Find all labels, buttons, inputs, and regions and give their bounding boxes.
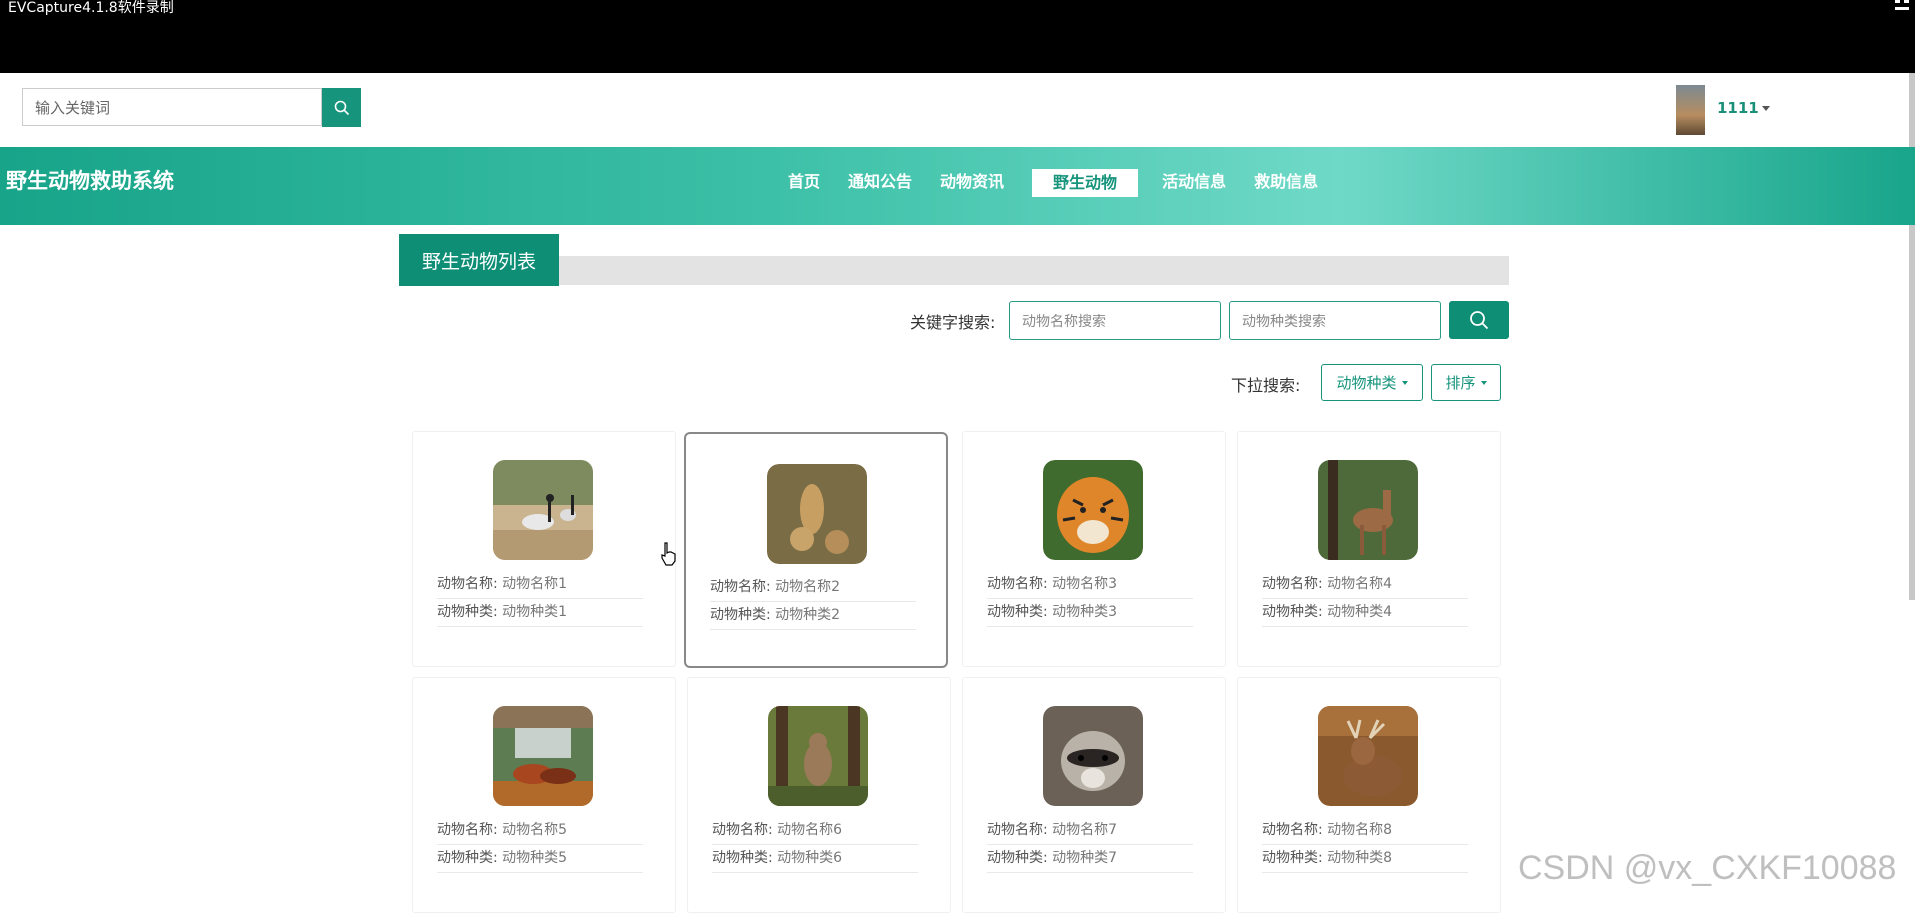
card-name-row: 动物名称: 动物名称6 <box>712 816 918 845</box>
recorder-title: EVCapture4.1.8软件录制 <box>8 0 174 16</box>
animal-card[interactable]: 动物名称: 动物名称3 动物种类: 动物种类3 <box>962 431 1226 667</box>
animal-card[interactable]: 动物名称: 动物名称5 动物种类: 动物种类5 <box>412 677 676 913</box>
animal-type-dropdown[interactable]: 动物种类 <box>1321 364 1423 401</box>
recorder-bar: EVCapture4.1.8软件录制 <box>0 0 1915 73</box>
card-type-row: 动物种类: 动物种类2 <box>710 601 916 630</box>
cheetahs-image <box>767 464 867 564</box>
animal-name-search-input[interactable]: 动物名称搜索 <box>1009 301 1221 340</box>
main-nav: 首页 通知公告 动物资讯 野生动物 活动信息 救助信息 <box>776 169 1334 197</box>
minimize-icon[interactable] <box>1895 0 1909 10</box>
nav-home[interactable]: 首页 <box>776 169 832 195</box>
hand-cursor-icon <box>661 542 676 566</box>
nav-animal-news[interactable]: 动物资讯 <box>928 169 1016 195</box>
animal-card[interactable]: 动物名称: 动物名称7 动物种类: 动物种类7 <box>962 677 1226 913</box>
animal-card[interactable]: 动物名称: 动物名称1 动物种类: 动物种类1 <box>412 431 676 667</box>
card-name-row: 动物名称: 动物名称7 <box>987 816 1193 845</box>
nav-wild-animals[interactable]: 野生动物 <box>1032 169 1139 197</box>
card-name-row: 动物名称: 动物名称8 <box>1262 816 1468 845</box>
keyword-search-label: 关键字搜索: <box>910 313 996 332</box>
user-name[interactable]: 1111 <box>1717 99 1759 117</box>
card-type-row: 动物种类: 动物种类3 <box>987 598 1193 627</box>
tiger-image <box>1043 460 1143 560</box>
card-name-row: 动物名称: 动物名称5 <box>437 816 643 845</box>
card-type-row: 动物种类: 动物种类5 <box>437 844 643 873</box>
dropdown-search-label: 下拉搜索: <box>1231 376 1301 395</box>
keyword-search-input[interactable]: 输入关键词 <box>22 88 322 126</box>
card-type-row: 动物种类: 动物种类1 <box>437 598 643 627</box>
stag-image <box>1318 706 1418 806</box>
user-menu-caret-icon[interactable] <box>1762 106 1770 111</box>
card-name-row: 动物名称: 动物名称4 <box>1262 570 1468 599</box>
deer-image <box>1318 460 1418 560</box>
card-type-row: 动物种类: 动物种类4 <box>1262 598 1468 627</box>
header-search-button[interactable] <box>322 88 361 127</box>
animal-type-search-input[interactable]: 动物种类搜索 <box>1229 301 1441 340</box>
sort-dropdown-label: 排序 <box>1445 374 1476 392</box>
red-panda-image <box>493 706 593 806</box>
raccoon-image <box>1043 706 1143 806</box>
nav-band: 野生动物救助系统 首页 通知公告 动物资讯 野生动物 活动信息 救助信息 <box>0 147 1915 225</box>
search-icon <box>1470 311 1489 330</box>
sort-dropdown[interactable]: 排序 <box>1431 364 1501 401</box>
caret-down-icon <box>1401 380 1408 385</box>
animal-type-dropdown-label: 动物种类 <box>1336 374 1397 392</box>
site-title: 野生动物救助系统 <box>6 169 174 193</box>
panel-title-bar <box>559 256 1509 285</box>
nav-notices[interactable]: 通知公告 <box>836 169 924 195</box>
animal-card[interactable]: 动物名称: 动物名称4 动物种类: 动物种类4 <box>1237 431 1501 667</box>
animal-card[interactable]: 动物名称: 动物名称2 动物种类: 动物种类2 <box>684 432 948 668</box>
card-type-row: 动物种类: 动物种类6 <box>712 844 918 873</box>
panel-title: 野生动物列表 <box>399 234 559 286</box>
search-icon <box>334 100 349 115</box>
animal-card[interactable]: 动物名称: 动物名称6 动物种类: 动物种类6 <box>687 677 951 913</box>
card-name-row: 动物名称: 动物名称1 <box>437 570 643 599</box>
avatar[interactable] <box>1676 85 1705 135</box>
nav-rescue[interactable]: 救助信息 <box>1242 169 1330 195</box>
card-type-row: 动物种类: 动物种类8 <box>1262 844 1468 873</box>
top-header: 输入关键词 1111 <box>0 73 1915 147</box>
list-search-button[interactable] <box>1449 301 1509 339</box>
watermark: CSDN @vx_CXKF10088 <box>1518 849 1897 887</box>
card-type-row: 动物种类: 动物种类7 <box>987 844 1193 873</box>
animal-card[interactable]: 动物名称: 动物名称8 动物种类: 动物种类8 <box>1237 677 1501 913</box>
squirrel-image <box>768 706 868 806</box>
cranes-image <box>493 460 593 560</box>
card-name-row: 动物名称: 动物名称3 <box>987 570 1193 599</box>
card-name-row: 动物名称: 动物名称2 <box>710 573 916 602</box>
caret-down-icon <box>1480 380 1487 385</box>
nav-activities[interactable]: 活动信息 <box>1150 169 1238 195</box>
